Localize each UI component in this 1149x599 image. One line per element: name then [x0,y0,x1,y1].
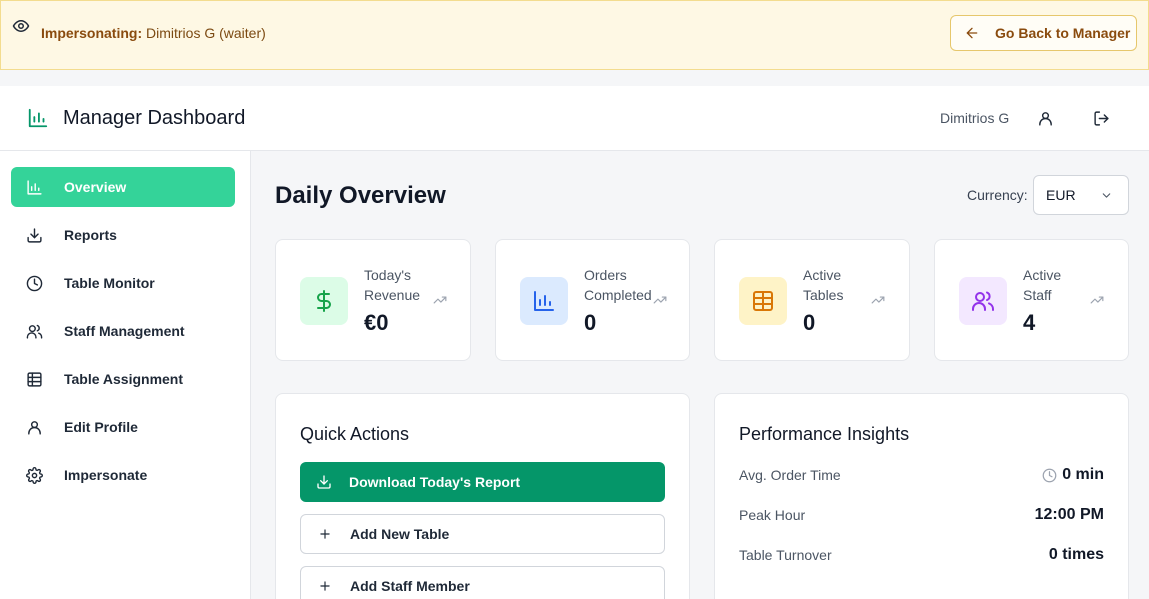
page-title: Daily Overview [275,182,446,209]
insight-value-avg-order-time: 0 min [1042,466,1104,484]
gear-icon [26,466,43,484]
grid-icon [753,291,773,311]
insight-label-peak-hour: Peak Hour [739,507,806,523]
sidebar-item-edit-profile[interactable]: Edit Profile [11,407,235,447]
go-back-to-manager-button[interactable]: Go Back to Manager [950,15,1137,51]
sidebar-item-table-assignment[interactable]: Table Assignment [11,359,235,399]
bar-chart-icon [534,291,554,311]
currency-select[interactable]: EUR [1033,175,1129,215]
sidebar: Overview Reports Table Monitor Staff Man… [0,151,251,599]
performance-insights-panel: Performance Insights Avg. Order Time 0 m… [714,393,1129,599]
sidebar-item-label: Edit Profile [64,419,138,435]
sidebar-item-table-monitor[interactable]: Table Monitor [11,263,235,303]
stat-card-orders: Orders Completed 0 [495,239,690,361]
currency-value: EUR [1046,187,1076,203]
currency-label: Currency: [967,187,1028,203]
dollar-icon [317,290,331,312]
stat-value: 0 [803,310,816,335]
add-table-button[interactable]: Add New Table [300,514,665,554]
add-table-label: Add New Table [350,526,450,542]
logout-icon [1093,110,1109,126]
add-staff-label: Add Staff Member [350,578,470,594]
app-header: Manager Dashboard Dimitrios G [0,86,1149,151]
user-icon [28,420,41,435]
users-icon [26,324,43,339]
sidebar-item-label: Reports [64,227,117,243]
bar-chart-icon [28,108,48,128]
insight-label-avg-order-time: Avg. Order Time [739,467,841,483]
sidebar-item-label: Overview [64,179,127,195]
stat-value: €0 [364,310,389,335]
plus-icon [320,529,330,539]
sidebar-item-label: Table Assignment [64,371,184,387]
add-staff-button[interactable]: Add Staff Member [300,566,665,599]
header-user-name: Dimitrios G [940,110,1010,126]
impersonated-user: Dimitrios G (waiter) [146,25,266,41]
sidebar-item-overview[interactable]: Overview [11,167,235,207]
insight-value-text: 12:00 PM [1034,506,1104,523]
impersonation-banner: Impersonating: Dimitrios G (waiter) Go B… [0,0,1149,70]
insight-value-text: 0 times [1048,546,1104,563]
sidebar-item-staff-management[interactable]: Staff Management [11,311,235,351]
quick-actions-panel: Quick Actions Download Today's Report Ad… [275,393,690,599]
go-back-label: Go Back to Manager [995,25,1131,41]
stat-card-tables: Active Tables 0 [714,239,910,361]
stat-card-revenue: Today's Revenue €0 [275,239,471,361]
stat-icon-bg [300,277,348,325]
stat-icon-bg [739,277,787,325]
sidebar-item-impersonate[interactable]: Impersonate [11,455,235,495]
stat-label: Orders Completed [584,267,652,303]
bar-chart-icon [27,179,42,195]
download-report-label: Download Today's Report [349,474,521,490]
download-icon [27,227,42,243]
trending-up-icon [871,296,885,304]
sidebar-item-reports[interactable]: Reports [11,215,235,255]
stat-label: Today's Revenue [364,267,421,303]
logout-button[interactable] [1091,108,1111,128]
insight-value-peak-hour: 12:00 PM [1035,506,1104,524]
arrow-left-icon [966,27,978,39]
insights-title: Performance Insights [739,424,910,444]
insight-value-table-turnover: 0 times [1049,546,1104,564]
chevron-down-icon [1102,193,1111,198]
impersonation-text: Impersonating: Dimitrios G (waiter) [41,25,266,41]
eye-icon [12,20,30,32]
download-icon [317,475,331,489]
sidebar-item-label: Table Monitor [64,275,155,291]
profile-button[interactable] [1035,108,1055,128]
download-report-button[interactable]: Download Today's Report [300,462,665,502]
insight-value-text: 0 min [1062,466,1104,483]
clock-icon [26,275,43,291]
trending-up-icon [433,296,447,304]
sidebar-item-label: Impersonate [64,467,148,483]
insight-label-table-turnover: Table Turnover [739,547,832,563]
app-title: Manager Dashboard [63,107,246,129]
plus-icon [320,581,330,591]
stat-icon-bg [520,277,568,325]
stat-label: Active Staff [1023,267,1062,303]
grid-icon [27,371,42,387]
trending-up-icon [653,296,667,304]
user-icon [1038,111,1052,126]
sidebar-item-label: Staff Management [64,323,185,339]
stat-label: Active Tables [803,267,844,303]
impersonation-prefix: Impersonating: [41,25,143,41]
stat-card-staff: Active Staff 4 [934,239,1129,361]
stat-value: 0 [584,310,597,335]
stat-value: 4 [1023,310,1036,335]
users-icon [972,291,994,311]
stat-icon-bg [959,277,1007,325]
clock-icon [1042,468,1057,482]
quick-actions-title: Quick Actions [300,424,410,444]
trending-up-icon [1090,296,1104,304]
